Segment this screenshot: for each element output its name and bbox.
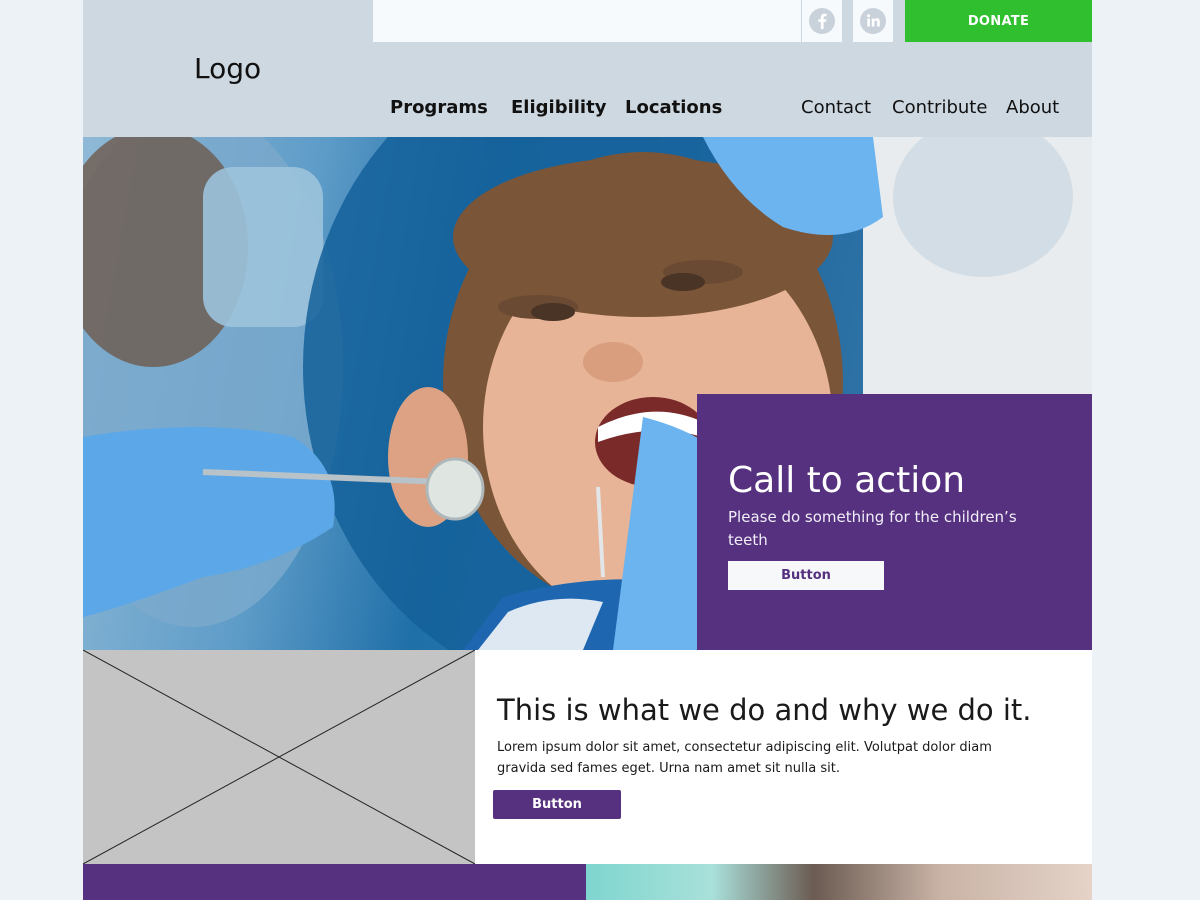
cta-title: Call to action [728,460,966,501]
linkedin-icon [860,8,886,34]
section-button[interactable]: Button [493,790,621,819]
cta-panel: Call to action Please do something for t… [697,394,1092,650]
hero-section: Call to action Please do something for t… [83,137,1092,650]
section-title: This is what we do and why we do it. [497,693,1032,727]
facebook-link[interactable] [802,0,842,42]
facebook-icon [809,8,835,34]
site-header: DONATE Logo Programs Eligibility Locatio… [83,0,1092,137]
logo[interactable]: Logo [194,52,261,85]
section-body: Lorem ipsum dolor sit amet, consectetur … [497,740,992,776]
linkedin-link[interactable] [853,0,893,42]
image-placeholder [83,650,475,864]
bottom-photo [586,864,1092,900]
nav-programs[interactable]: Programs [390,97,488,118]
bottom-panel [83,864,586,900]
nav-contact[interactable]: Contact [801,97,871,118]
cta-subtitle: Please do something for the children’s t… [728,508,1017,549]
cta-button[interactable]: Button [728,561,884,590]
placeholder-cross-icon [83,650,475,864]
page: DONATE Logo Programs Eligibility Locatio… [83,0,1092,900]
nav-locations[interactable]: Locations [625,97,722,118]
nav-eligibility[interactable]: Eligibility [511,97,606,118]
nav-about[interactable]: About [1006,97,1059,118]
nav-contribute[interactable]: Contribute [892,97,987,118]
top-bar [373,0,801,42]
donate-button[interactable]: DONATE [905,0,1092,42]
